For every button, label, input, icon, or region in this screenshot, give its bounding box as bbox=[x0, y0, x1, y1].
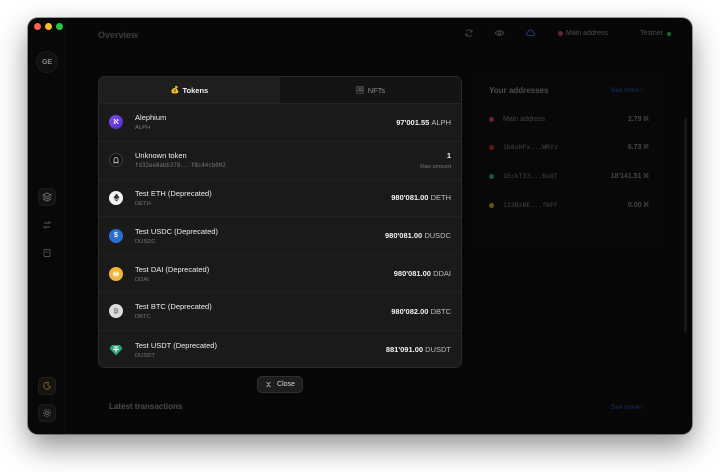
assets-modal: 💰 Tokens 🖼 NFTs ℵ Alephium ALPH 97'001.5… bbox=[98, 76, 462, 368]
close-label: Close bbox=[277, 381, 295, 388]
token-symbol: DBTC bbox=[135, 314, 151, 321]
window-controls bbox=[34, 23, 63, 30]
dai-icon bbox=[109, 266, 123, 281]
tab-tokens[interactable]: 💰 Tokens bbox=[99, 77, 280, 103]
token-row[interactable]: Unknown token fd32ee8abb378...f8c44cb002… bbox=[99, 142, 461, 180]
picture-icon: 🖼 bbox=[355, 87, 365, 94]
minimize-window-button[interactable] bbox=[45, 23, 52, 30]
token-name: Test USDC (Deprecated) bbox=[135, 226, 218, 236]
unknown-token-icon bbox=[109, 153, 123, 168]
token-row[interactable]: Test DAI (Deprecated) DDAI 980'081.00 DD… bbox=[99, 255, 461, 293]
token-amount: 980'081.00 DETH bbox=[391, 193, 451, 203]
usdt-icon bbox=[109, 343, 123, 357]
token-amount: 980'081.00 DUSDC bbox=[384, 231, 451, 241]
tab-label: Tokens bbox=[182, 85, 209, 95]
collapse-icon bbox=[266, 381, 271, 388]
raw-amount-note: Raw amount bbox=[420, 163, 451, 170]
eth-icon bbox=[109, 190, 123, 205]
alephium-icon: ℵ bbox=[109, 115, 123, 130]
close-window-button[interactable] bbox=[34, 23, 41, 30]
token-list: ℵ Alephium ALPH 97'001.55 ALPH Unknown t… bbox=[99, 104, 461, 367]
money-bag-icon: 💰 bbox=[170, 87, 180, 94]
btc-icon: ₿ bbox=[109, 304, 123, 319]
token-name: Unknown token bbox=[135, 151, 187, 161]
token-row[interactable]: ₿ Test BTC (Deprecated) DBTC 980'082.00 … bbox=[99, 293, 461, 331]
token-symbol: DDAI bbox=[135, 276, 149, 283]
token-row[interactable]: $ Test USDC (Deprecated) DUSDC 980'081.0… bbox=[99, 217, 461, 256]
token-amount: 881'091.00 DUSDT bbox=[385, 345, 451, 355]
token-symbol: DUSDT bbox=[135, 352, 155, 359]
tab-nfts[interactable]: 🖼 NFTs bbox=[280, 77, 461, 103]
tab-label: NFTs bbox=[367, 85, 386, 95]
token-symbol: DETH bbox=[135, 200, 151, 207]
token-amount: 980'081.00 DDAI bbox=[393, 269, 451, 279]
token-name: Test USDT (Deprecated) bbox=[135, 340, 217, 350]
token-symbol: DUSDC bbox=[135, 238, 156, 245]
token-amount: 97'001.55 ALPH bbox=[396, 117, 451, 127]
token-id: fd32ee8abb378...f8c44cb002 bbox=[135, 163, 226, 170]
token-name: Test BTC (Deprecated) bbox=[135, 302, 212, 312]
token-row[interactable]: ℵ Alephium ALPH 97'001.55 ALPH bbox=[99, 104, 461, 142]
close-modal-button[interactable]: Close bbox=[257, 376, 303, 393]
usdc-icon: $ bbox=[109, 228, 123, 243]
token-amount: 980'082.00 DBTC bbox=[391, 306, 451, 316]
maximize-window-button[interactable] bbox=[56, 23, 63, 30]
token-row[interactable]: Test ETH (Deprecated) DETH 980'081.00 DE… bbox=[99, 180, 461, 218]
app-window: GE Overview Main address Testnet Your ad… bbox=[28, 18, 692, 434]
token-name: Alephium bbox=[135, 113, 167, 123]
token-name: Test ETH (Deprecated) bbox=[135, 188, 212, 198]
assets-tabs: 💰 Tokens 🖼 NFTs bbox=[99, 77, 461, 104]
token-amount: 1 bbox=[446, 150, 451, 160]
token-symbol: ALPH bbox=[135, 125, 151, 132]
token-row[interactable]: Test USDT (Deprecated) DUSDT 881'091.00 … bbox=[99, 331, 461, 367]
token-name: Test DAI (Deprecated) bbox=[135, 264, 210, 274]
